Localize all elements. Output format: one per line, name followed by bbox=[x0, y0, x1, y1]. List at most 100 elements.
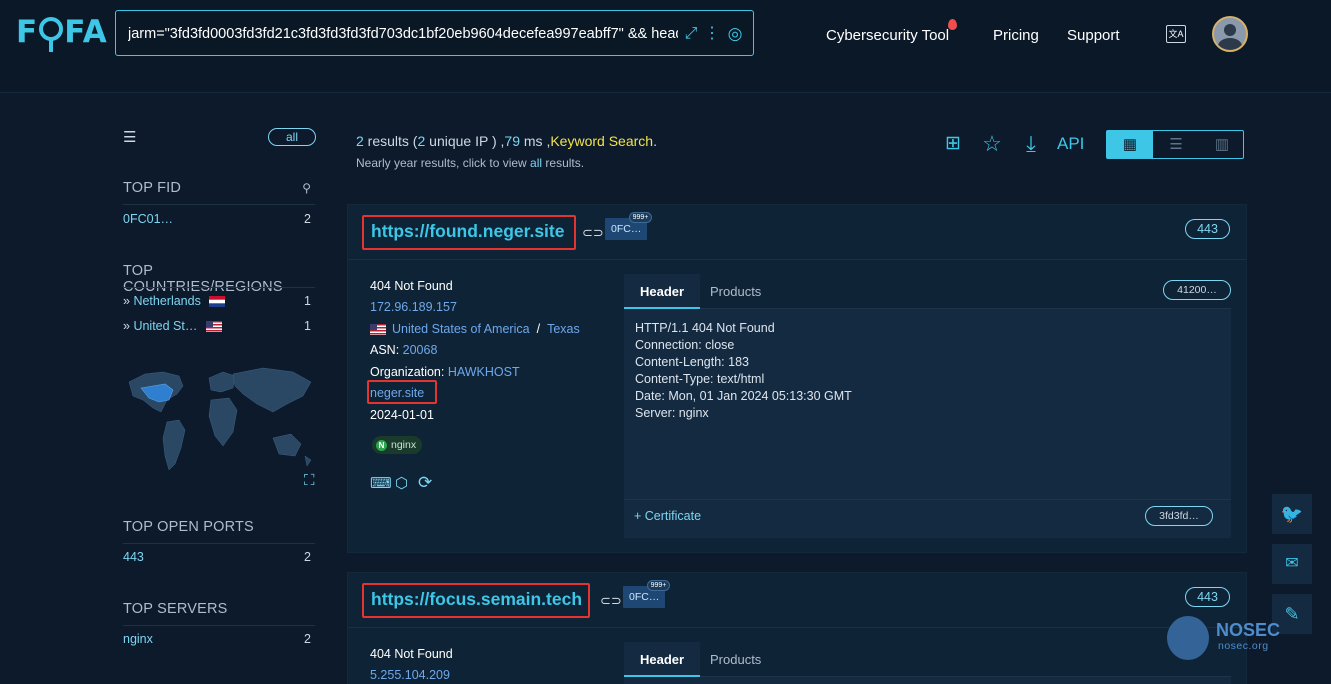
results-summary: 2 results (2 unique IP ) ,79 ms ,Keyword… bbox=[356, 133, 657, 149]
grid-select-icon[interactable]: ⊞ bbox=[940, 131, 966, 157]
http-header-text: HTTP/1.1 404 Not Found Connection: close… bbox=[635, 321, 852, 420]
fid-tag[interactable]: 0FC… 999+ bbox=[605, 212, 653, 240]
certificate-toggle[interactable]: + Certificate bbox=[634, 509, 701, 523]
top-countries-title: TOP COUNTRIES/REGIONS bbox=[123, 263, 283, 295]
result-card-header: https://focus.semain.tech ⊂⊃ 0FC… 999+ 44… bbox=[348, 573, 1246, 628]
keyword-search-link[interactable]: Keyword Search bbox=[550, 133, 653, 149]
nosec-logo-icon bbox=[1167, 616, 1209, 660]
funnel-icon[interactable]: ⚲ bbox=[302, 181, 311, 195]
country-count: 1 bbox=[304, 294, 311, 308]
logo-letters-fa: FA bbox=[64, 14, 108, 50]
result-card: https://found.neger.site ⊂⊃ 0FC… 999+ 443… bbox=[347, 204, 1247, 553]
cert-hash-pill[interactable]: 3fd3fd… bbox=[1145, 506, 1213, 526]
twitter-share-icon[interactable]: 🐦 bbox=[1272, 494, 1312, 534]
asn-row: ASN: 20068 bbox=[370, 343, 438, 357]
filter-settings-icon[interactable]: ☰ bbox=[123, 128, 136, 146]
server-item[interactable]: nginx bbox=[123, 632, 153, 646]
list-view-icon[interactable]: ☰ bbox=[1153, 131, 1199, 158]
certificate-row: + Certificate 3fd3fd… bbox=[624, 499, 1231, 532]
translate-icon[interactable]: 文A bbox=[1166, 25, 1186, 43]
nav-cybersecurity-tool[interactable]: Cybersecurity Tool bbox=[826, 27, 949, 44]
stats-view-icon[interactable]: ▥ bbox=[1199, 131, 1245, 158]
refresh-icon[interactable]: ⟳ bbox=[418, 473, 432, 493]
search-icon[interactable]: ◎ bbox=[725, 24, 745, 44]
result-card-header: https://found.neger.site ⊂⊃ 0FC… 999+ 443 bbox=[348, 205, 1246, 260]
search-box: ⤢ ⋮ ◎ bbox=[115, 10, 754, 56]
star-icon[interactable]: ☆ bbox=[979, 131, 1005, 157]
search-input[interactable] bbox=[128, 24, 678, 44]
country-item-united-states[interactable]: » United St… bbox=[123, 319, 222, 333]
more-options-icon[interactable]: ⋮ bbox=[702, 24, 722, 44]
result-card: https://focus.semain.tech ⊂⊃ 0FC… 999+ 44… bbox=[347, 572, 1247, 684]
page-title: 404 Not Found bbox=[370, 279, 453, 293]
code-icon[interactable]: ⌨ bbox=[370, 474, 392, 492]
nav-pricing[interactable]: Pricing bbox=[993, 27, 1039, 44]
hot-fire-icon bbox=[948, 19, 957, 30]
nosec-watermark: NOSEC nosec.org bbox=[1167, 616, 1282, 664]
location: United States of America / Texas bbox=[370, 322, 580, 336]
top-ports-title: TOP OPEN PORTS bbox=[123, 519, 254, 535]
asn-link[interactable]: 20068 bbox=[403, 343, 438, 357]
fofa-logo[interactable]: F FA bbox=[16, 14, 108, 52]
divider bbox=[123, 287, 315, 288]
expand-map-icon[interactable]: ⛶ bbox=[304, 471, 315, 489]
usa-flag-icon bbox=[370, 324, 386, 336]
detail-tabs: Header Products 41200… bbox=[624, 274, 1231, 309]
jarm-pill[interactable]: 41200… bbox=[1163, 280, 1231, 300]
expand-chevron-icon: » bbox=[123, 294, 130, 308]
port-badge[interactable]: 443 bbox=[1185, 219, 1230, 239]
host-link[interactable]: https://found.neger.site bbox=[364, 217, 574, 242]
expand-icon[interactable]: ⤢ bbox=[681, 24, 701, 44]
fid-count-badge: 999+ bbox=[628, 212, 653, 223]
nginx-icon: N bbox=[376, 439, 387, 451]
country-count: 1 bbox=[304, 319, 311, 333]
tab-products[interactable]: Products bbox=[694, 642, 777, 677]
card-view-icon[interactable]: ▦ bbox=[1107, 131, 1153, 158]
host-highlight: https://focus.semain.tech bbox=[362, 583, 590, 618]
download-icon[interactable]: ⤓ bbox=[1018, 131, 1044, 157]
country-link[interactable]: United States of America bbox=[392, 322, 530, 336]
email-share-icon[interactable]: ✉ bbox=[1272, 544, 1312, 584]
expand-chevron-icon: » bbox=[123, 319, 130, 333]
logo-letter-f: F bbox=[16, 14, 39, 50]
detail-panel: Header Products 41200… HTTP/1.1 404 Not … bbox=[624, 274, 1231, 538]
fid-item[interactable]: 0FC01… bbox=[123, 212, 173, 226]
fid-tag[interactable]: 0FC… 999+ bbox=[623, 580, 671, 608]
tab-header[interactable]: Header bbox=[624, 642, 701, 677]
nav-support[interactable]: Support bbox=[1067, 27, 1120, 44]
top-header: F FA ⤢ ⋮ ◎ Cybersecurity Tool Pricing Sup… bbox=[0, 0, 1331, 93]
port-item[interactable]: 443 bbox=[123, 550, 144, 564]
all-toggle-button[interactable]: all bbox=[268, 128, 316, 146]
tab-products[interactable]: Products bbox=[694, 274, 777, 309]
org-row: Organization: HAWKHOST bbox=[370, 365, 520, 379]
view-all-link[interactable]: all bbox=[530, 156, 542, 170]
cube-icon[interactable]: ⬡ bbox=[395, 474, 408, 492]
top-servers-title: TOP SERVERS bbox=[123, 601, 228, 617]
link-icon[interactable]: ⊂⊃ bbox=[582, 225, 604, 241]
link-icon[interactable]: ⊂⊃ bbox=[600, 593, 622, 609]
logo-magnifier-icon bbox=[38, 14, 64, 52]
usa-flag-icon bbox=[205, 321, 222, 333]
detail-tabs: Header Products bbox=[624, 642, 1231, 677]
domain-link[interactable]: neger.site bbox=[370, 386, 424, 400]
fid-count: 2 bbox=[304, 212, 311, 226]
port-badge[interactable]: 443 bbox=[1185, 587, 1230, 607]
tech-tag[interactable]: Nnginx bbox=[372, 436, 423, 454]
org-link[interactable]: HAWKHOST bbox=[448, 365, 520, 379]
divider bbox=[123, 625, 315, 626]
fid-count-badge: 999+ bbox=[646, 580, 671, 591]
date: 2024-01-01 bbox=[370, 408, 434, 422]
page-title: 404 Not Found bbox=[370, 647, 453, 661]
server-count: 2 bbox=[304, 632, 311, 646]
country-item-netherlands[interactable]: » Netherlands bbox=[123, 294, 226, 308]
tab-header[interactable]: Header bbox=[624, 274, 701, 309]
region-link[interactable]: Texas bbox=[547, 322, 580, 336]
view-switcher: ▦ ☰ ▥ bbox=[1106, 130, 1244, 159]
user-avatar[interactable] bbox=[1212, 16, 1248, 52]
api-button[interactable]: API bbox=[1057, 134, 1084, 154]
host-link[interactable]: https://focus.semain.tech bbox=[364, 585, 588, 610]
netherlands-flag-icon bbox=[209, 296, 226, 308]
ip-link[interactable]: 172.96.189.157 bbox=[370, 300, 457, 314]
ip-link[interactable]: 5.255.104.209 bbox=[370, 668, 450, 682]
host-highlight: https://found.neger.site bbox=[362, 215, 576, 250]
